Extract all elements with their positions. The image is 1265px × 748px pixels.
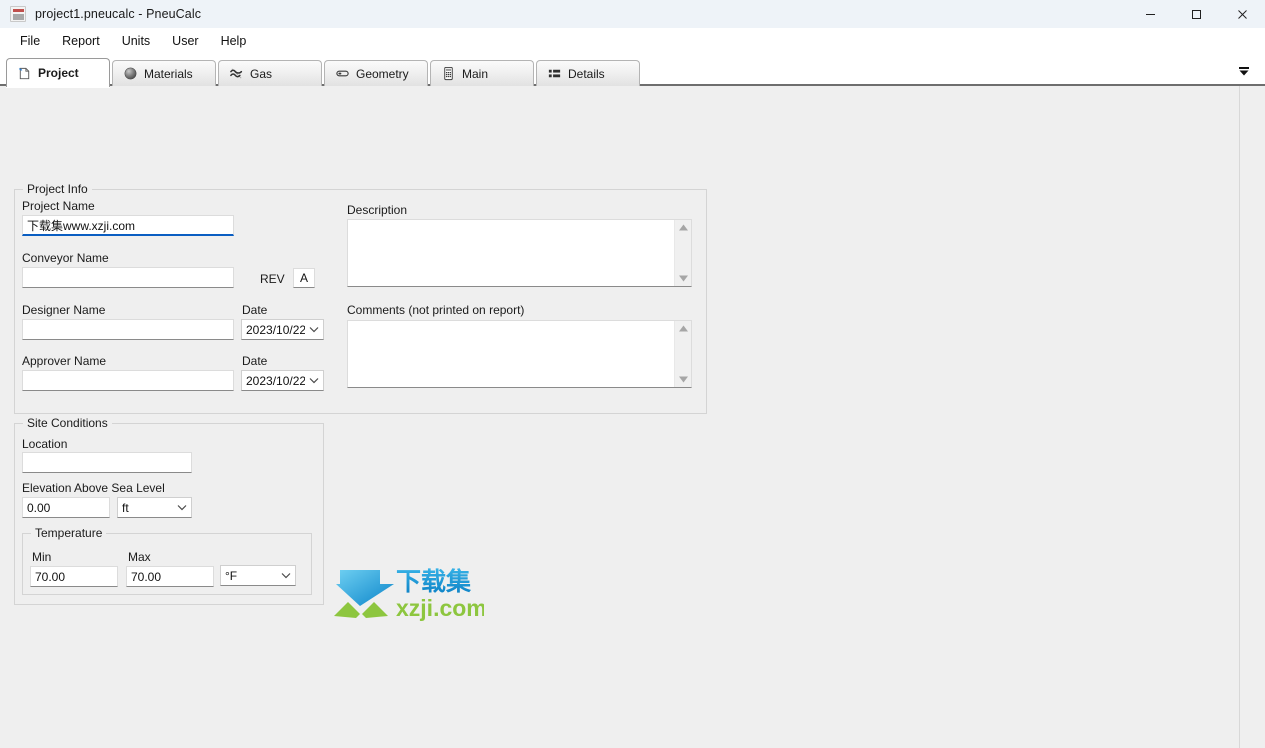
temperature-unit-select[interactable]: °F xyxy=(220,565,296,586)
sphere-icon xyxy=(124,67,137,80)
description-scrollbar[interactable] xyxy=(674,220,691,286)
project-name-input[interactable] xyxy=(22,215,234,236)
temp-max-label: Max xyxy=(128,550,151,564)
description-label: Description xyxy=(347,203,408,217)
site-conditions-group-label: Site Conditions xyxy=(23,416,112,430)
menu-item-units[interactable]: Units xyxy=(112,31,160,51)
elevation-unit-select[interactable]: ft xyxy=(117,497,192,518)
tab-gas[interactable]: Gas xyxy=(218,60,322,86)
menu-item-file[interactable]: File xyxy=(10,31,50,51)
approver-date-label: Date xyxy=(242,354,268,368)
minimize-icon[interactable] xyxy=(1127,0,1173,28)
temperature-unit-value: °F xyxy=(225,568,238,583)
menu-item-help[interactable]: Help xyxy=(211,31,257,51)
calculator-icon xyxy=(444,66,453,81)
tab-main[interactable]: Main xyxy=(430,60,534,86)
tab-label: Main xyxy=(462,66,489,81)
project-info-group-label: Project Info xyxy=(23,182,92,196)
capsule-icon xyxy=(336,70,349,77)
tab-details[interactable]: Details xyxy=(536,60,640,86)
elevation-input[interactable] xyxy=(22,497,110,518)
designer-date-label: Date xyxy=(242,303,268,317)
tab-label: Geometry xyxy=(356,66,409,81)
tab-geometry[interactable]: Geometry xyxy=(324,60,428,86)
project-tab-panel: Project Info Project Name Conveyor Name … xyxy=(0,86,1240,748)
menu-item-user[interactable]: User xyxy=(162,31,208,51)
approver-date-value: 2023/10/22 xyxy=(246,373,305,388)
tab-label: Gas xyxy=(250,66,273,81)
tab-label: Materials xyxy=(144,66,193,81)
description-textarea[interactable] xyxy=(347,219,692,287)
temperature-group-label: Temperature xyxy=(31,526,107,540)
xzji-watermark: 下载集 xzji.com xyxy=(332,564,487,622)
chevron-down-icon xyxy=(277,572,295,579)
approver-name-input[interactable] xyxy=(22,370,234,391)
designer-date-value: 2023/10/22 xyxy=(246,322,305,337)
window-title: project1.pneucalc - PneuCalc xyxy=(35,7,202,21)
pneucalc-icon xyxy=(10,6,26,22)
chevron-double-down-icon[interactable] xyxy=(1235,62,1253,80)
tab-label: Project xyxy=(38,66,79,80)
scroll-down-icon[interactable] xyxy=(677,274,690,283)
tab-materials[interactable]: Materials xyxy=(112,60,216,86)
rev-input[interactable] xyxy=(293,268,315,288)
chevron-down-icon xyxy=(305,326,323,333)
svg-text:xzji.com: xzji.com xyxy=(396,595,484,621)
scroll-down-icon[interactable] xyxy=(677,375,690,384)
chevron-down-icon xyxy=(305,377,323,384)
waves-icon xyxy=(230,68,243,79)
location-label: Location xyxy=(22,437,68,451)
title-bar: project1.pneucalc - PneuCalc xyxy=(0,0,1265,28)
comments-textarea[interactable] xyxy=(347,320,692,388)
menu-bar: File Report Units User Help xyxy=(0,28,1265,54)
designer-name-input[interactable] xyxy=(22,319,234,340)
page-body: Project Info Project Name Conveyor Name … xyxy=(0,86,1265,748)
svg-text:下载集: 下载集 xyxy=(396,567,472,596)
elevation-unit-value: ft xyxy=(122,500,129,515)
description-value xyxy=(348,220,674,286)
scroll-up-icon[interactable] xyxy=(677,324,690,333)
tab-project[interactable]: Project xyxy=(6,58,110,87)
temp-min-label: Min xyxy=(32,550,52,564)
maximize-icon[interactable] xyxy=(1173,0,1219,28)
comments-scrollbar[interactable] xyxy=(674,321,691,387)
temp-min-input[interactable] xyxy=(30,566,118,587)
conveyor-name-label: Conveyor Name xyxy=(22,251,109,265)
designer-date-picker[interactable]: 2023/10/22 xyxy=(241,319,324,340)
temp-max-input[interactable] xyxy=(126,566,214,587)
menu-item-report[interactable]: Report xyxy=(52,31,110,51)
project-name-label: Project Name xyxy=(22,199,95,213)
close-icon[interactable] xyxy=(1219,0,1265,28)
window-controls xyxy=(1127,0,1265,28)
right-gutter xyxy=(1240,86,1265,748)
tab-label: Details xyxy=(568,66,605,81)
location-input[interactable] xyxy=(22,452,192,473)
scroll-up-icon[interactable] xyxy=(677,223,690,232)
conveyor-name-input[interactable] xyxy=(22,267,234,288)
comments-value xyxy=(348,321,674,387)
comments-label: Comments (not printed on report) xyxy=(347,303,525,317)
approver-date-picker[interactable]: 2023/10/22 xyxy=(241,370,324,391)
list-icon xyxy=(548,69,561,78)
designer-name-label: Designer Name xyxy=(22,303,106,317)
document-icon xyxy=(18,67,30,79)
rev-label: REV xyxy=(260,272,285,286)
chevron-down-icon xyxy=(173,504,191,511)
tab-strip: Project Materials Gas Geometry Main Deta… xyxy=(0,54,1265,87)
elevation-label: Elevation Above Sea Level xyxy=(22,481,165,495)
approver-name-label: Approver Name xyxy=(22,354,107,368)
